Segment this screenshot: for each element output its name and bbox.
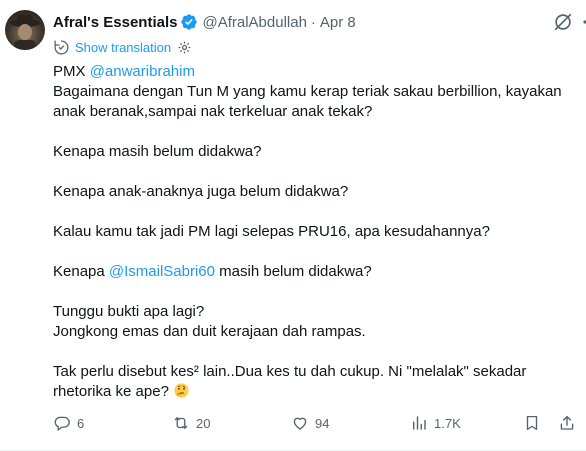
views-count: 1.7K: [434, 415, 461, 431]
tweet-text: PMX @anwaribrahim Bagaimana dengan Tun M…: [53, 62, 578, 402]
views-icon: [413, 416, 426, 430]
tweet-line: Kenapa @IsmailSabri60 masih belum didakw…: [53, 262, 578, 282]
reply-button[interactable]: 6: [53, 412, 84, 434]
tweet-line: Kalau kamu tak jadi PM lagi selepas PRU1…: [53, 223, 490, 240]
show-translation-label[interactable]: Show translation: [75, 40, 171, 55]
tweet-line: Tunggu bukti apa lagi?: [53, 303, 205, 320]
tweet-line: Tak perlu disebut kes² lain..Dua kes tu …: [53, 362, 578, 402]
like-button[interactable]: 94: [291, 412, 329, 434]
thinking-face-icon: [173, 382, 190, 399]
bookmark-button[interactable]: [523, 412, 541, 434]
tweet-line: Kenapa anak-anaknya juga belum didakwa?: [53, 183, 349, 200]
grok-icon[interactable]: [552, 11, 574, 33]
share-icon: [560, 415, 574, 430]
reply-icon: [54, 416, 70, 432]
repost-icon: [174, 417, 188, 429]
show-translation-link[interactable]: Show translation: [53, 37, 192, 57]
tweet-date[interactable]: Apr 8: [320, 14, 356, 31]
tweet-text-segment: masih belum didakwa?: [215, 263, 372, 280]
author-handle[interactable]: @AfralAbdullah: [202, 14, 306, 31]
tweet-header: Afral's Essentials @AfralAbdullah · Apr …: [53, 11, 576, 33]
gear-icon[interactable]: [177, 40, 192, 55]
translate-icon: [53, 39, 70, 56]
tweet-line: Bagaimana dengan Tun M yang kamu kerap t…: [53, 83, 562, 120]
tweet-line: Jongkong emas dan duit kerajaan dah ramp…: [53, 323, 366, 340]
header-separator: ·: [310, 13, 316, 31]
tweet-text-segment: Kenapa: [53, 263, 109, 280]
tweet-text-segment: Tak perlu disebut kes² lain..Dua kes tu …: [53, 363, 527, 400]
bookmark-icon: [526, 415, 538, 431]
tweet-card[interactable]: Afral's Essentials @AfralAbdullah · Apr …: [0, 0, 586, 451]
like-count: 94: [315, 415, 330, 431]
verified-badge-icon: [180, 13, 198, 31]
author-name[interactable]: Afral's Essentials: [53, 14, 177, 31]
share-button[interactable]: [558, 412, 576, 434]
repost-count: 20: [196, 415, 211, 431]
mention-link[interactable]: @IsmailSabri60: [109, 263, 215, 280]
tweet-line: Kenapa masih belum didakwa?: [53, 143, 262, 160]
repost-button[interactable]: 20: [172, 412, 210, 434]
more-options-icon[interactable]: [580, 12, 586, 32]
reply-count: 6: [77, 415, 85, 431]
heart-icon: [293, 417, 307, 430]
mention-link[interactable]: @anwaribrahim: [90, 63, 195, 80]
action-bar: 6 20 94 1.7K: [53, 412, 580, 434]
avatar[interactable]: [5, 10, 45, 50]
views-button[interactable]: 1.7K: [410, 412, 461, 434]
tweet-line: PMX @anwaribrahim: [53, 62, 578, 82]
tweet-text-segment: PMX: [53, 63, 90, 80]
